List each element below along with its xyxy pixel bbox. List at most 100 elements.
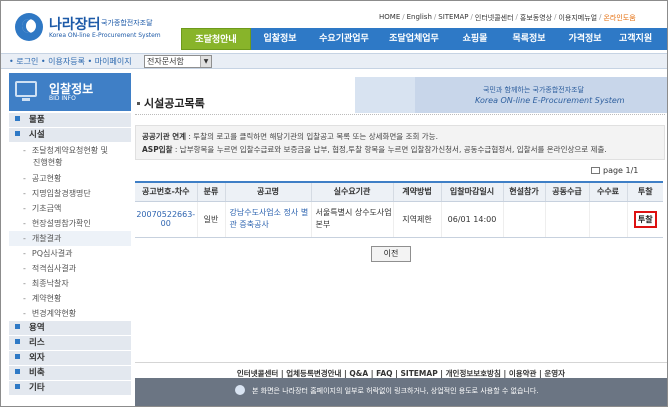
sidebar-item-lease[interactable]: 리스 <box>9 336 131 351</box>
bullet-icon <box>15 384 20 389</box>
sidebar-subitem-opening-result[interactable]: - 개찰결과 <box>9 231 131 246</box>
cell-joint-supply <box>544 201 589 238</box>
cell-deadline: 06/01 14:00 <box>440 201 503 238</box>
sidebar-subitem-request-status[interactable]: - 조달청계약요청현황 및 진행현황 <box>9 143 131 171</box>
bullet-icon <box>15 131 20 136</box>
util-english-link[interactable]: English <box>405 13 434 23</box>
table-header-row: 공고번호-차수 분류 공고명 실수요기관 계약방법 입찰마감일시 현설참가 공동… <box>135 182 663 202</box>
sidebar-subitem-site-briefing[interactable]: - 현장설명참가확인 <box>9 216 131 231</box>
nav-vendor-work[interactable]: 조달업체업무 <box>379 28 449 50</box>
footer-links[interactable]: 인터넷콜센터 | 업체등록변경안내 | Q&A | FAQ | SITEMAP … <box>135 362 667 379</box>
bullet-icon <box>15 354 20 359</box>
sidebar-subitem-notice-status[interactable]: - 공고현황 <box>9 171 131 186</box>
sidebar-item-other[interactable]: 기타 <box>9 381 131 396</box>
sidebar-item-goods[interactable]: 물품 <box>9 113 131 128</box>
page-indicator: page 1/1 <box>591 166 638 175</box>
cell-site-briefing <box>502 201 545 238</box>
banner-english: Korea ON-line E-Procurement System <box>475 96 625 105</box>
bullet-icon <box>137 102 140 105</box>
sidebar-subtitle: BID INFO <box>49 95 76 102</box>
document-box-select-value: 전자문서함 <box>147 57 184 66</box>
footer-notice: 본 화면은 나라장터 홈페이지의 일부로 허락없이 링크하거나, 상업적인 용도… <box>252 387 539 395</box>
bullet-icon <box>15 339 20 344</box>
notice-number-link[interactable]: 20070522663-00 <box>135 201 197 238</box>
divider <box>135 114 665 115</box>
utility-links: HOME / English / SITEMAP / 인터넷콜센터 / 홍보동영상 / 이… <box>377 13 637 23</box>
util-callcenter-link[interactable]: 인터넷콜센터 <box>473 13 516 23</box>
col-header-bid: 투찰 <box>626 182 663 202</box>
bid-button[interactable]: 투찰 <box>633 210 657 228</box>
monitor-icon <box>15 81 37 101</box>
global-nav: 조달청안내 입찰정보 수요기관업무 조달업체업무 쇼핑몰 목록정보 가격정보 고… <box>181 28 667 50</box>
nav-price-info[interactable]: 가격정보 <box>557 28 613 50</box>
sidebar-item-facility[interactable]: 시설 <box>9 128 131 143</box>
sidebar: 입찰정보 BID INFO 물품 시설 - 조달청계약요청현황 및 진행현황 - 공고… <box>9 73 131 404</box>
site-logo[interactable]: 나라장터 국가종합전자조달 Korea ON-line E-Procuremen… <box>15 13 175 43</box>
chevron-down-icon: ▼ <box>200 56 211 67</box>
prev-button[interactable]: 이전 <box>371 246 411 262</box>
banner-slogan: 국민과 함께하는 국가종합전자조달 <box>483 86 585 94</box>
notice-name-link[interactable]: 강남수도사업소 정사 별관 증축공사 <box>224 201 311 238</box>
banner-decoration <box>355 77 667 113</box>
site-header: 나라장터 국가종합전자조달 Korea ON-line E-Procuremen… <box>1 1 667 53</box>
nav-pps-info[interactable]: 조달청안내 <box>181 28 251 50</box>
cell-contract-method: 지역제한 <box>392 201 441 238</box>
nav-customer-support[interactable]: 고객지원 <box>613 28 667 50</box>
sidebar-item-foreign[interactable]: 외자 <box>9 351 131 366</box>
cell-agency: 서울특별시 상수도사업본부 <box>310 201 393 238</box>
page-icon <box>591 167 600 174</box>
util-sitemap-link[interactable]: SITEMAP <box>436 13 470 23</box>
col-header-agency: 실수요기관 <box>310 182 393 202</box>
sidebar-subitem-contract-status[interactable]: - 계약현황 <box>9 291 131 306</box>
col-header-site-briefing: 현설참가 <box>502 182 545 202</box>
cell-fee <box>588 201 627 238</box>
logo-korean-name: 나라장터 <box>49 17 101 33</box>
notice-box: 공공기관 연계 : 투찰의 로고를 클릭하면 해당기관의 입찰공고 목록 또는 … <box>135 125 665 160</box>
col-header-contract-method: 계약방법 <box>392 182 441 202</box>
col-header-category: 분류 <box>196 182 225 202</box>
bullet-icon <box>15 369 20 374</box>
sidebar-subitem-final-winner[interactable]: - 최종낙찰자 <box>9 276 131 291</box>
document-box-select[interactable]: 전자문서함 ▼ <box>144 55 212 68</box>
footer-logo-icon <box>235 385 245 395</box>
bullet-icon <box>15 116 20 121</box>
cell-category: 일반 <box>196 201 225 238</box>
sidebar-subitem-base-amount[interactable]: - 기초금액 <box>9 201 131 216</box>
logo-subtitle: 국가종합전자조달 <box>101 19 153 27</box>
logo-emblem-icon <box>15 13 43 41</box>
nav-agency-work[interactable]: 수요기관업무 <box>309 28 379 50</box>
util-video-link[interactable]: 홍보동영상 <box>518 13 554 23</box>
sidebar-item-stockpile[interactable]: 비축 <box>9 366 131 381</box>
nav-catalog-info[interactable]: 목록정보 <box>501 28 557 50</box>
notice-table: 공고번호-차수 분류 공고명 실수요기관 계약방법 입찰마감일시 현설참가 공동… <box>135 181 663 238</box>
sidebar-subitem-contract-change[interactable]: - 변경계약현황 <box>9 306 131 321</box>
sidebar-header: 입찰정보 BID INFO <box>9 73 131 111</box>
logo-english-name: Korea ON-line E-Procurement System <box>49 32 161 39</box>
cell-bid: 투찰 <box>626 201 663 238</box>
sidebar-menu: 물품 시설 - 조달청계약요청현황 및 진행현황 - 공고현황 - 지명입찰경쟁명단 -… <box>9 113 131 396</box>
nav-shopping-mall[interactable]: 쇼핑몰 <box>449 28 501 50</box>
sidebar-subitem-designated-list[interactable]: - 지명입찰경쟁명단 <box>9 186 131 201</box>
col-header-notice-no: 공고번호-차수 <box>135 182 197 202</box>
col-header-notice-name: 공고명 <box>224 182 311 202</box>
sidebar-subitem-eligibility-result[interactable]: - 적격심사결과 <box>9 261 131 276</box>
util-manual-link[interactable]: 이용지메뉴얼 <box>556 13 599 23</box>
content-banner: 국민과 함께하는 국가종합전자조달 Korea ON-line E-Procur… <box>135 73 667 117</box>
notice-line-asp: ASP입찰 : 납부항목을 누르면 입찰수급료와 보증금을 납부, 협정,투찰 … <box>142 145 607 154</box>
sidebar-subitem-pq-result[interactable]: - PQ심사결과 <box>9 246 131 261</box>
page-title: 시설공고목록 <box>137 95 205 111</box>
col-header-fee: 수수료 <box>588 182 627 202</box>
table-row: 20070522663-00 일반 강남수도사업소 정사 별관 증축공사 서울특… <box>135 201 663 238</box>
member-links[interactable]: • 로그인 • 이용자등록 • 마이페이지 <box>9 55 132 69</box>
col-header-joint-supply: 공동수급 <box>544 182 589 202</box>
notice-line-public-link: 공공기관 연계 : 투찰의 로고를 클릭하면 해당기관의 입찰공고 목록 또는 … <box>142 132 438 141</box>
util-home-link[interactable]: HOME <box>377 13 402 23</box>
footer-bar: 본 화면은 나라장터 홈페이지의 일부로 허락없이 링크하거나, 상업적인 용도… <box>135 378 667 406</box>
col-header-deadline: 입찰마감일시 <box>440 182 503 202</box>
sidebar-item-service[interactable]: 용역 <box>9 321 131 336</box>
sub-toolbar: • 로그인 • 이용자등록 • 마이페이지 전자문서함 ▼ <box>1 53 667 69</box>
util-help-link[interactable]: 온라인도움 <box>601 13 637 23</box>
nav-bid-info[interactable]: 입찰정보 <box>251 28 309 50</box>
bullet-icon <box>15 324 20 329</box>
browser-page: 나라장터 국가종합전자조달 Korea ON-line E-Procuremen… <box>0 0 668 407</box>
